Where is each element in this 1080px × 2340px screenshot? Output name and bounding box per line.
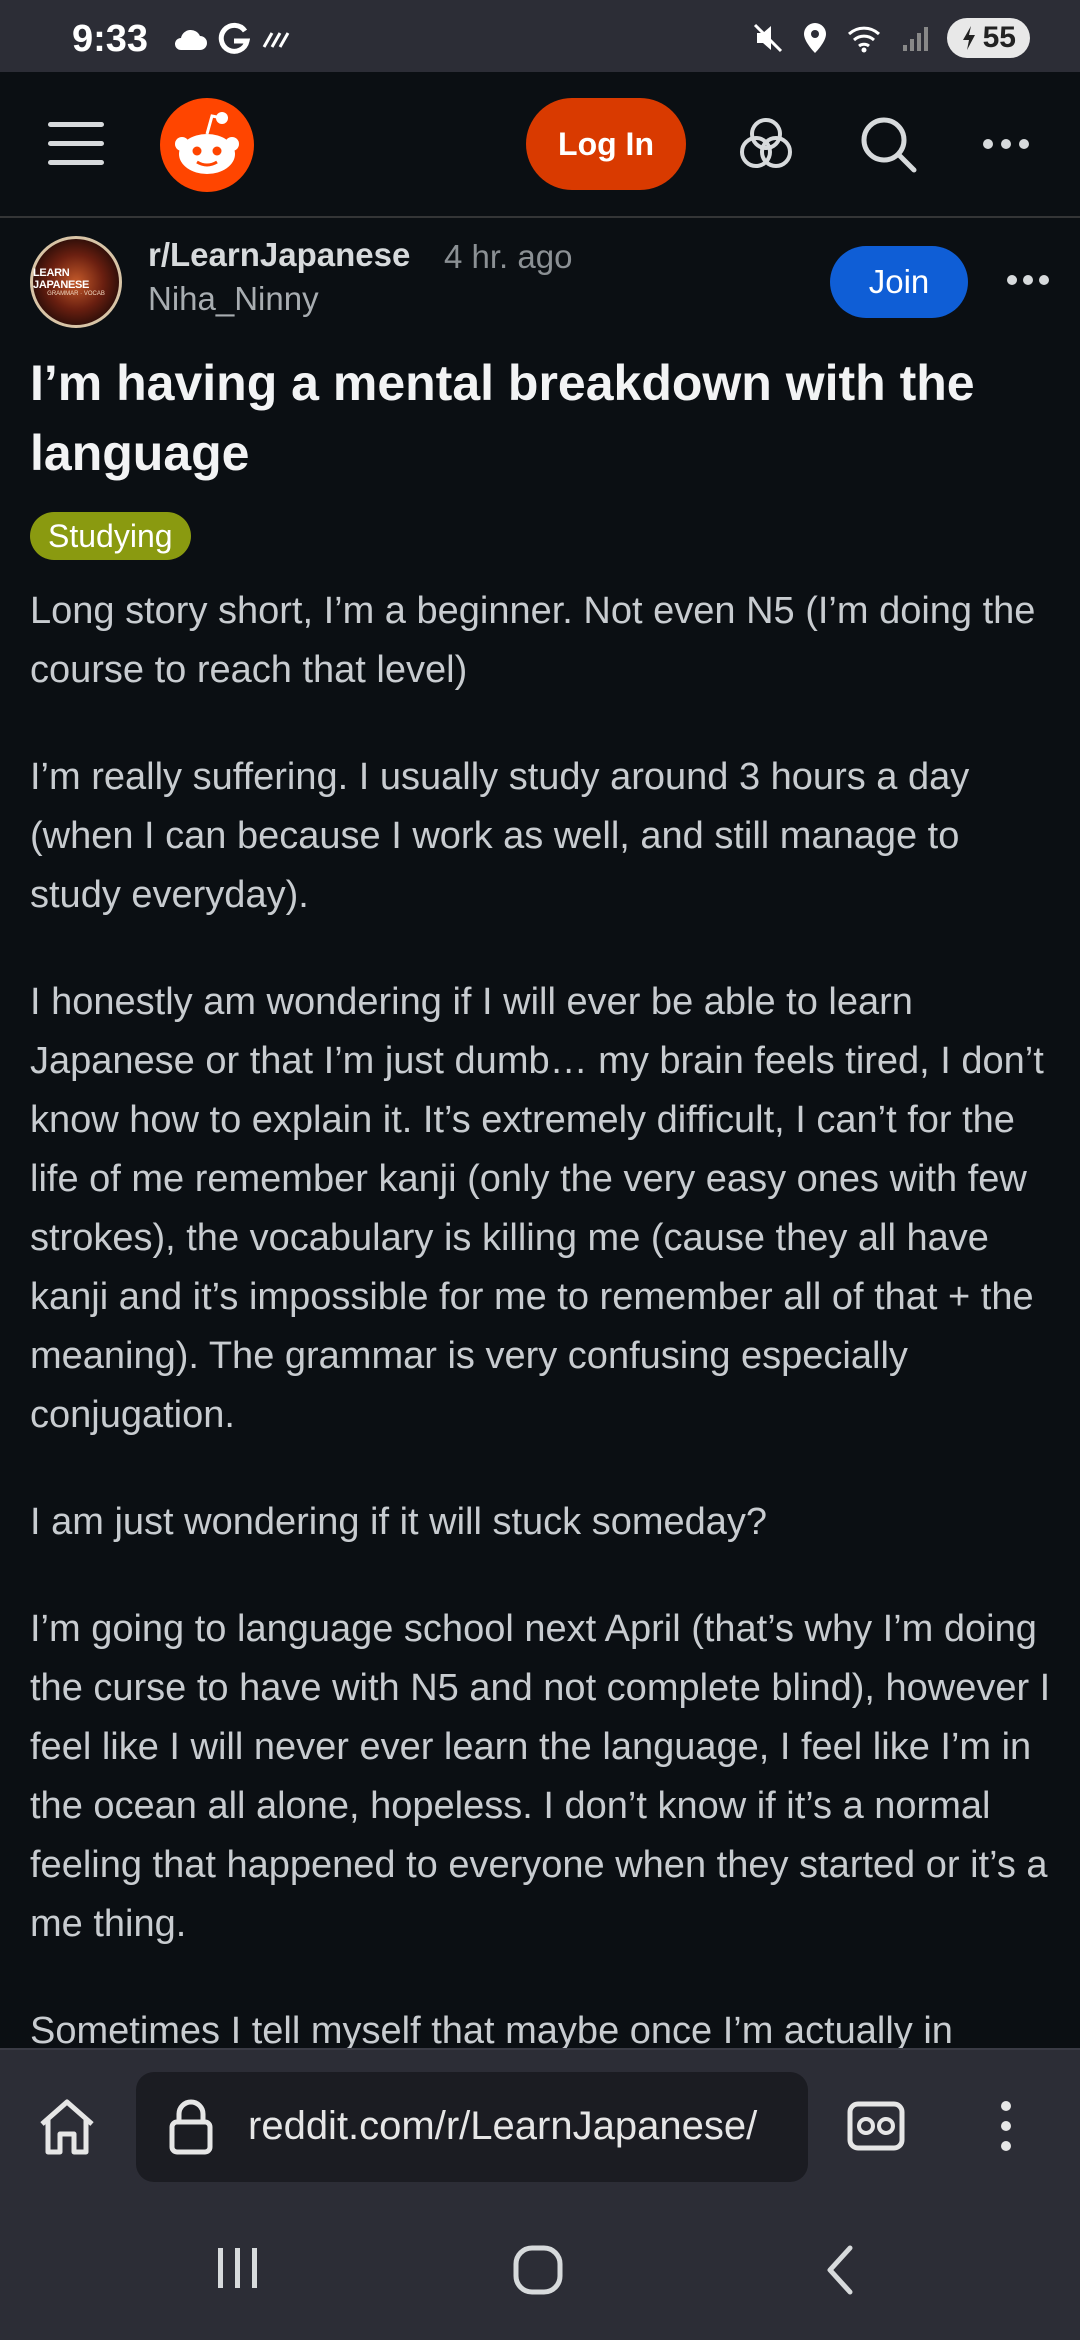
status-right-icons: 55 — [751, 18, 1030, 58]
post-paragraph: I’m really suffering. I usually study ar… — [30, 756, 970, 916]
more-options-icon[interactable] — [974, 112, 1038, 176]
advertise-icon[interactable] — [734, 112, 798, 176]
post-paragraph: I am just wondering if it will stuck som… — [30, 1501, 768, 1543]
post-title: I’m having a mental breakdown with the l… — [30, 355, 975, 481]
post-more-options-icon[interactable] — [1006, 268, 1050, 292]
status-time: 9:33 — [72, 18, 149, 60]
app-header: Log In — [0, 72, 1080, 218]
url-text: reddit.com/r/LearnJapanese/ — [248, 2104, 758, 2148]
lock-icon[interactable] — [168, 2098, 214, 2156]
wifi-icon — [847, 26, 880, 53]
mute-icon — [753, 23, 782, 53]
back-icon[interactable] — [822, 2244, 858, 2296]
login-button[interactable]: Log In — [526, 98, 686, 190]
home-icon[interactable] — [36, 2096, 98, 2156]
subreddit-avatar[interactable]: LEARN JAPANESE GRAMMAR · VOCAB — [30, 236, 122, 328]
browser-menu-icon[interactable] — [996, 2098, 1016, 2154]
post-paragraph: I’m going to language school next April … — [30, 1608, 1051, 1945]
notification-stripes-icon — [262, 32, 290, 48]
recents-icon[interactable] — [214, 2246, 262, 2290]
search-icon[interactable] — [856, 112, 920, 176]
browser-toolbar: reddit.com/r/LearnJapanese/ — [0, 2048, 1080, 2202]
system-nav-bar — [0, 2200, 1080, 2340]
signal-icon — [902, 27, 928, 51]
post-flair[interactable]: Studying — [30, 512, 191, 560]
tabs-icon[interactable] — [846, 2098, 906, 2154]
author-link[interactable]: Niha_Ninny — [148, 280, 319, 318]
post-body: Long story short, I’m a beginner. Not ev… — [30, 582, 1060, 2048]
post: LEARN JAPANESE GRAMMAR · VOCAB r/LearnJa… — [0, 218, 1080, 2048]
cloud-icon — [175, 29, 207, 50]
menu-icon[interactable] — [48, 122, 104, 166]
home-button-icon[interactable] — [512, 2244, 564, 2296]
post-paragraph: I honestly am wondering if I will ever b… — [30, 981, 1044, 1436]
battery-level: 55 — [982, 21, 1016, 54]
charging-bolt-icon — [962, 26, 975, 50]
address-bar[interactable]: reddit.com/r/LearnJapanese/ — [136, 2072, 808, 2182]
google-icon — [218, 22, 250, 54]
post-paragraph: Sometimes I tell myself that maybe once … — [30, 2010, 953, 2048]
location-icon — [803, 23, 826, 53]
status-bar: 9:33 55 — [0, 0, 1080, 72]
reddit-logo-icon[interactable] — [160, 98, 254, 192]
post-age: 4 hr. ago — [444, 238, 573, 275]
battery-indicator: 55 — [946, 18, 1030, 58]
join-button[interactable]: Join — [830, 246, 968, 318]
subreddit-link[interactable]: r/LearnJapanese — [148, 236, 410, 274]
post-paragraph: Long story short, I’m a beginner. Not ev… — [30, 590, 1036, 691]
status-left-icons — [172, 22, 294, 56]
